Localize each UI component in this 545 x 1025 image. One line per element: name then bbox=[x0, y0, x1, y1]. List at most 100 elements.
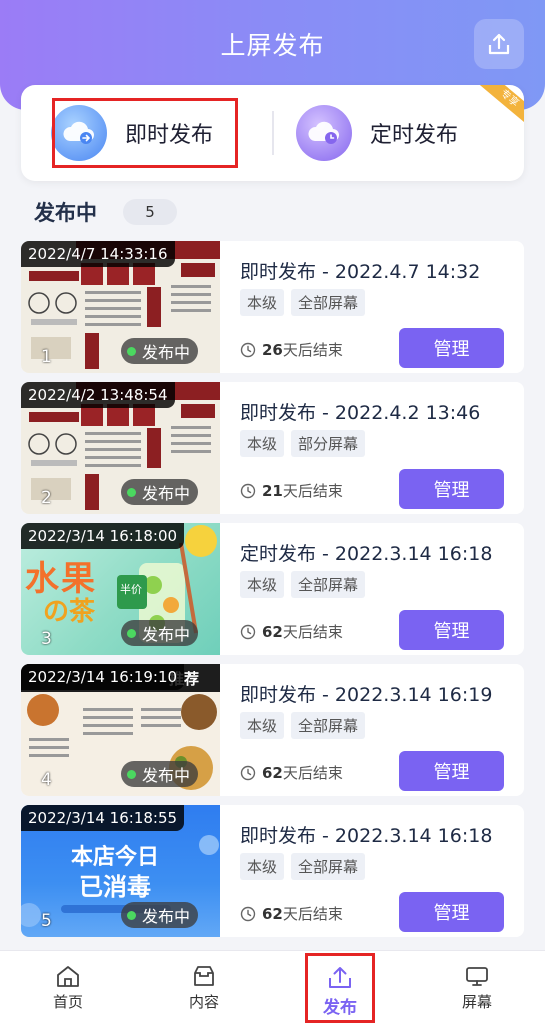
remaining-time: 62 天后结束 bbox=[240, 903, 343, 924]
item-tags: 本级 部分屏幕 bbox=[240, 430, 372, 457]
list-item[interactable]: 2022/4/2 13:48:54 2 发布中 即时发布 - 2022.4.2 … bbox=[21, 382, 524, 514]
clock-icon bbox=[240, 765, 256, 780]
status-label: 发布中 bbox=[142, 907, 191, 926]
remaining-suffix: 天后结束 bbox=[282, 764, 343, 782]
tag-scope: 部分屏幕 bbox=[291, 430, 366, 457]
remaining-days: 62 bbox=[262, 622, 283, 641]
thumbnail-timestamp: 2022/4/2 13:48:54 bbox=[21, 382, 175, 408]
item-title: 即时发布 - 2022.3.14 16:19 bbox=[240, 684, 493, 706]
clock-icon bbox=[240, 906, 256, 921]
disinfect-line2: 已消毒 bbox=[79, 873, 151, 901]
tag-scope: 全部屏幕 bbox=[291, 289, 366, 316]
manage-button[interactable]: 管理 bbox=[399, 328, 504, 368]
thumbnail-index: 3 bbox=[41, 629, 52, 649]
status-label: 发布中 bbox=[142, 625, 191, 644]
clock-icon bbox=[240, 483, 256, 498]
manage-button[interactable]: 管理 bbox=[399, 469, 504, 509]
remaining-suffix: 天后结束 bbox=[282, 905, 343, 923]
status-label: 发布中 bbox=[142, 766, 191, 785]
section-title: 发布中 bbox=[34, 201, 97, 225]
thumbnail-timestamp: 2022/3/14 16:19:10 bbox=[21, 664, 185, 690]
status-dot-icon bbox=[127, 769, 136, 779]
remaining-days: 21 bbox=[262, 481, 283, 500]
manage-button[interactable]: 管理 bbox=[399, 751, 504, 791]
remaining-time: 62 天后结束 bbox=[240, 621, 343, 642]
vip-badge: 专享 bbox=[477, 85, 524, 128]
thumbnail-index: 2 bbox=[41, 488, 52, 508]
status-badge: 发布中 bbox=[121, 479, 199, 505]
thumbnail-timestamp: 2022/4/7 14:33:16 bbox=[21, 241, 175, 267]
tag-level: 本级 bbox=[240, 289, 285, 316]
tab-home-label: 首页 bbox=[52, 993, 83, 1011]
status-badge: 发布中 bbox=[121, 620, 199, 646]
thumbnail-fruit-tea: 水果 の茶 半价 2022/3/14 16:18:00 3 发布中 bbox=[21, 523, 220, 655]
list-item[interactable]: 2022/4/7 14:33:16 1 发布中 即时发布 - 2022.4.7 … bbox=[21, 241, 524, 373]
thumbnail-index: 4 bbox=[41, 770, 52, 790]
item-tags: 本级 全部屏幕 bbox=[240, 712, 372, 739]
section-header: 发布中 5 bbox=[34, 197, 177, 227]
page-title: 上屏发布 bbox=[220, 31, 325, 60]
thumbnail-index: 5 bbox=[41, 911, 52, 931]
list-item[interactable]: 本店今日 已消毒 2022/3/14 16:18:55 5 发布中 即时发布 -… bbox=[21, 805, 524, 937]
clock-icon bbox=[240, 342, 256, 357]
item-tags: 本级 全部屏幕 bbox=[240, 853, 372, 880]
timed-publish-label: 定时发布 bbox=[370, 123, 459, 148]
remaining-suffix: 天后结束 bbox=[282, 623, 343, 641]
manage-button[interactable]: 管理 bbox=[399, 892, 504, 932]
thumbnail-timestamp: 2022/3/14 16:18:55 bbox=[21, 805, 185, 831]
tag-level: 本级 bbox=[240, 712, 285, 739]
item-tags: 本级 全部屏幕 bbox=[240, 289, 372, 316]
remaining-time: 26 天后结束 bbox=[240, 339, 343, 360]
fruit-subline: の茶 bbox=[43, 597, 96, 627]
tag-level: 本级 bbox=[240, 430, 285, 457]
remaining-time: 62 天后结束 bbox=[240, 762, 343, 783]
status-dot-icon bbox=[127, 346, 136, 356]
tag-scope: 全部屏幕 bbox=[291, 853, 366, 880]
mode-divider bbox=[272, 111, 274, 155]
remaining-suffix: 天后结束 bbox=[282, 482, 343, 500]
status-dot-icon bbox=[127, 628, 136, 638]
status-badge: 发布中 bbox=[121, 902, 199, 928]
tag-scope: 全部屏幕 bbox=[291, 571, 366, 598]
tab-content[interactable]: 内容 bbox=[164, 951, 244, 1025]
status-badge: 发布中 bbox=[121, 338, 199, 364]
thumbnail-bbq: 推荐 2022/3/14 16:19:10 4 发布中 bbox=[21, 664, 220, 796]
tag-level: 本级 bbox=[240, 853, 285, 880]
home-icon bbox=[57, 966, 79, 987]
status-dot-icon bbox=[127, 487, 136, 497]
remaining-days: 62 bbox=[262, 763, 283, 782]
bottom-tab-bar: 首页 内容 发布 屏幕 bbox=[0, 950, 545, 1025]
cloud-clock-icon bbox=[296, 105, 352, 161]
remaining-days: 26 bbox=[262, 340, 283, 359]
instant-highlight-box bbox=[52, 98, 238, 168]
list-item[interactable]: 推荐 2022/3/14 16:19:10 4 发布中 即时发布 - 2022.… bbox=[21, 664, 524, 796]
publish-tab-highlight-box bbox=[305, 953, 375, 1023]
remaining-suffix: 天后结束 bbox=[282, 341, 343, 359]
remaining-time: 21 天后结束 bbox=[240, 480, 343, 501]
tag-level: 本级 bbox=[240, 571, 285, 598]
tab-screen[interactable]: 屏幕 bbox=[437, 951, 517, 1025]
thumbnail-menu: 2022/4/7 14:33:16 1 发布中 bbox=[21, 241, 220, 373]
upload-icon bbox=[488, 33, 510, 55]
status-badge: 发布中 bbox=[121, 761, 199, 787]
monitor-icon bbox=[466, 967, 488, 986]
item-title: 即时发布 - 2022.4.7 14:32 bbox=[240, 261, 481, 283]
thumbnail-index: 1 bbox=[41, 347, 52, 367]
timed-publish-option[interactable]: 定时发布 bbox=[296, 85, 458, 181]
manage-button[interactable]: 管理 bbox=[399, 610, 504, 650]
thumbnail-timestamp: 2022/3/14 16:18:00 bbox=[21, 523, 185, 549]
tag-scope: 全部屏幕 bbox=[291, 712, 366, 739]
inbox-box-icon bbox=[194, 966, 214, 986]
tab-screen-label: 屏幕 bbox=[461, 993, 492, 1011]
fruit-price-badge: 半价 bbox=[120, 583, 142, 596]
thumbnail-menu: 2022/4/2 13:48:54 2 发布中 bbox=[21, 382, 220, 514]
status-dot-icon bbox=[127, 910, 136, 920]
clock-icon bbox=[240, 624, 256, 639]
list-item[interactable]: 水果 の茶 半价 2022/3/14 16:18:00 3 发布中 定时发布 -… bbox=[21, 523, 524, 655]
item-tags: 本级 全部屏幕 bbox=[240, 571, 372, 598]
tab-content-label: 内容 bbox=[188, 993, 219, 1011]
item-title: 即时发布 - 2022.4.2 13:46 bbox=[240, 402, 481, 424]
remaining-days: 62 bbox=[262, 904, 283, 923]
upload-button[interactable] bbox=[474, 19, 524, 69]
tab-home[interactable]: 首页 bbox=[28, 951, 108, 1025]
